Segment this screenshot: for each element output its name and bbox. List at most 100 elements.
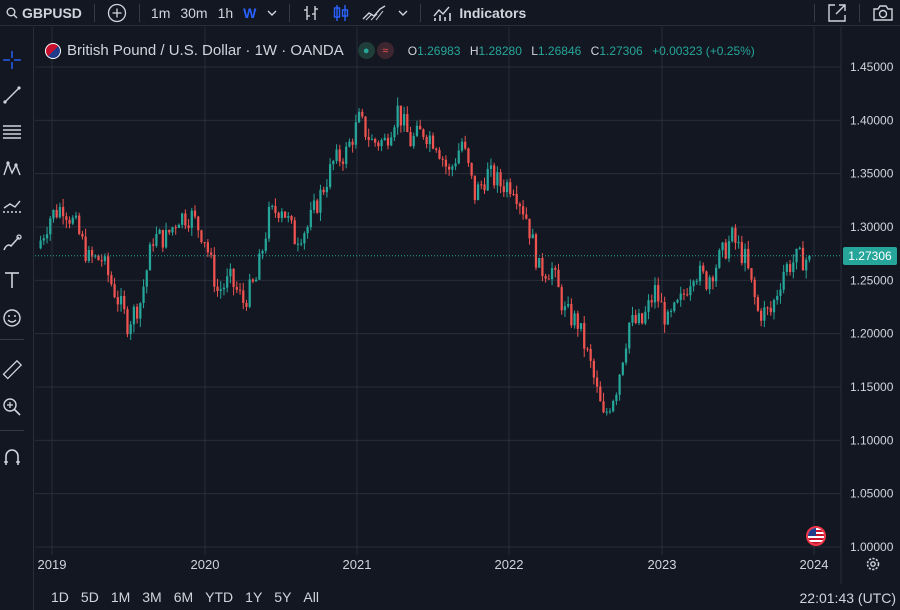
candle-body [222,287,226,290]
emoji-tool[interactable] [0,303,24,333]
trendline-tool[interactable] [0,80,24,110]
candle-body [226,276,229,288]
candle-body [300,243,303,245]
magnet-tool[interactable] [0,442,24,472]
chart-legend: British Pound / U.S. Dollar · 1W · OANDA… [45,42,755,59]
fib-tool[interactable] [0,117,24,147]
crosshair-tool[interactable] [0,45,24,75]
candle-body [653,285,657,303]
low-label: L [531,43,538,58]
candle-body [164,229,168,248]
us-event-flag-icon[interactable] [806,526,826,546]
toolbar-right [808,0,900,26]
wave-icon: ≈ [376,42,394,59]
candle-body [470,162,473,176]
text-icon [5,272,19,288]
candle-body [435,148,438,151]
compare-button[interactable] [101,0,133,26]
range-1d[interactable]: 1D [45,589,75,605]
symbol-search[interactable]: GBPUSD [0,0,88,26]
timeframe-30m[interactable]: 30m [175,5,212,21]
pattern-icon [3,160,21,176]
candle-style-button[interactable] [326,0,356,26]
trendline-icon [3,86,21,104]
candle-body [447,166,451,170]
settings-gear-icon[interactable] [865,556,881,572]
candle-body [505,182,509,193]
range-all[interactable]: All [297,589,325,605]
timeframe-dropdown[interactable] [261,0,283,26]
ruler-tool[interactable] [0,355,24,385]
candle-body [531,234,534,239]
indicators-button[interactable]: Indicators [427,0,532,26]
candle-body [235,287,238,290]
candle-body [415,125,419,136]
candle-body [123,296,126,310]
price-tick-label: 1.20000 [850,327,894,341]
candle-body [364,116,367,138]
candle-body [509,182,512,194]
candle-body [480,184,483,186]
range-6m[interactable]: 6M [168,589,199,605]
high-value: 1.28280 [478,43,522,58]
range-1y[interactable]: 1Y [239,589,268,605]
candle-body [595,377,599,387]
candle-body [335,149,338,161]
candle-body [267,206,271,239]
fullscreen-icon [828,4,846,22]
range-ytd[interactable]: YTD [199,589,239,605]
candle-body [718,250,721,268]
market-status[interactable]: ● ≈ [357,42,394,59]
text-tool[interactable] [0,265,24,295]
ohlc-values: O1.26983 H1.28280 L1.26846 C1.27306 +0.0… [408,44,755,58]
timeframe-w[interactable]: W [238,5,261,21]
candle-body [409,132,412,147]
search-icon [6,7,18,18]
candle-body [197,216,200,231]
candle-body [319,189,322,213]
indicators-label: Indicators [459,4,527,21]
timeframe-1h[interactable]: 1h [213,5,239,21]
candle-body [274,205,277,213]
range-5y[interactable]: 5Y [268,589,297,605]
divider [0,430,24,431]
candle-body [637,313,641,323]
us-flag-icon [808,528,824,544]
chart-type-dropdown[interactable] [392,0,414,26]
fullscreen-button[interactable] [821,0,853,26]
range-3m[interactable]: 3M [136,589,167,605]
candle-body [345,146,348,164]
crosshair-icon [3,51,21,69]
candle-body [171,227,174,233]
candle-body [557,269,560,288]
candle-body [351,141,354,145]
snapshot-button[interactable] [866,0,900,26]
area-style-button[interactable] [356,0,392,26]
price-tick-label: 1.35000 [850,167,894,181]
range-1m[interactable]: 1M [105,589,136,605]
bar-style-button[interactable] [296,0,326,26]
indicators-icon [433,6,452,21]
candle-body [383,137,386,141]
divider [289,3,291,22]
chart-pane[interactable]: 1.45000 1.40000 1.35000 1.30000 1.25000 1.200… [35,27,900,610]
candle-body [624,348,628,363]
utc-clock[interactable]: 22:01:43 (UTC) [800,590,896,606]
candle-body [367,137,370,140]
candle-body [425,136,428,145]
brush-tool[interactable] [0,228,24,258]
pattern-tool[interactable] [0,154,24,184]
zoom-tool[interactable] [0,392,24,422]
candle-body [525,214,528,219]
candle-body [785,264,789,272]
candlestick-chart[interactable]: 1.45000 1.40000 1.35000 1.30000 1.25000 1.200… [35,27,900,584]
candle-body [428,135,431,145]
range-5d[interactable]: 5D [75,589,105,605]
range-bar: 1D 5D 1M 3M 6M YTD 1Y 5Y All 22:01:43 (U… [35,584,900,610]
candle-body [42,238,45,241]
forecast-tool[interactable] [0,191,24,221]
candle-body [663,302,666,325]
timeframe-1m[interactable]: 1m [146,5,175,21]
candle-body [756,297,760,311]
candle-body [39,240,42,249]
